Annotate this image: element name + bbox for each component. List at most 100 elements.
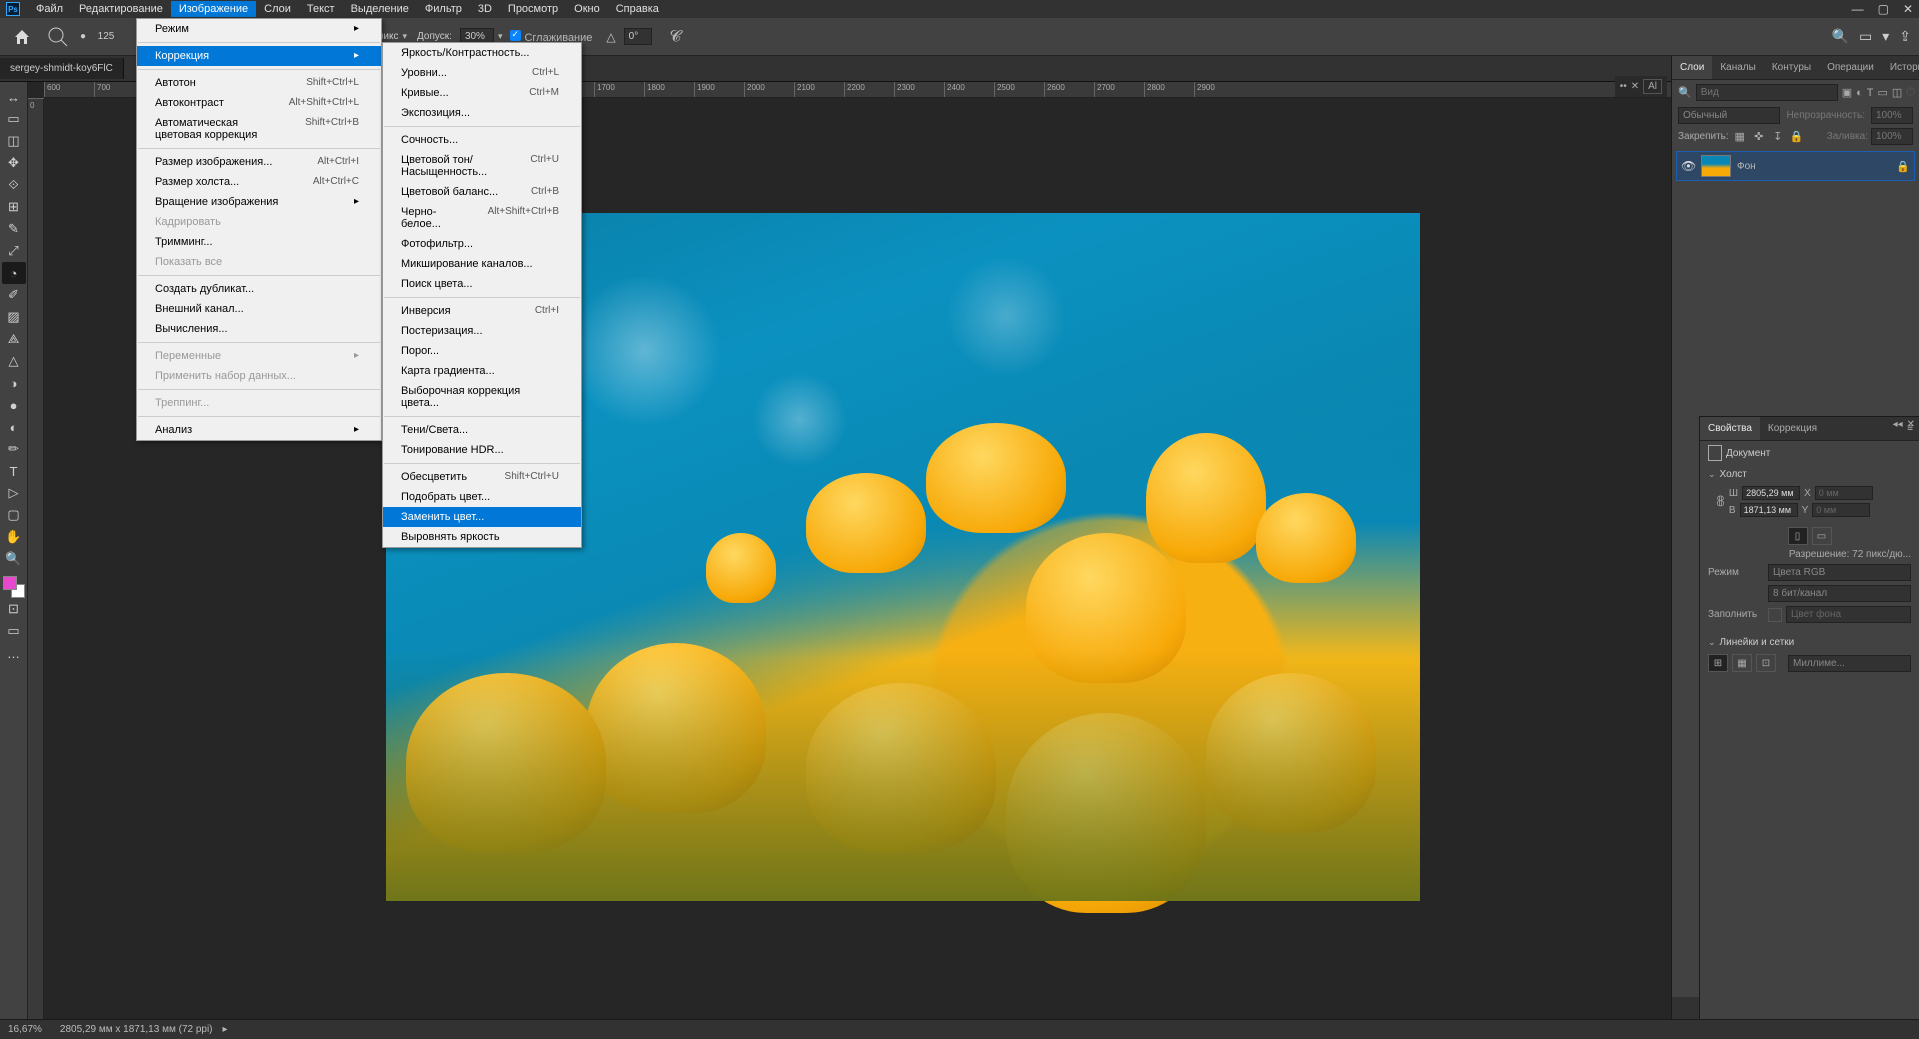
bit-depth-select[interactable]: 8 бит/канал: [1768, 585, 1911, 602]
tool-1[interactable]: ▭: [2, 108, 26, 130]
tool-10[interactable]: ▨: [2, 306, 26, 328]
pressure-icon[interactable]: 𝓒: [670, 28, 681, 46]
orientation-landscape[interactable]: ▭: [1812, 527, 1832, 545]
menu-item[interactable]: АвтотонShift+Ctrl+L: [137, 73, 381, 93]
menu-item[interactable]: Тримминг...: [137, 232, 381, 252]
menu-item[interactable]: Размер холста...Alt+Ctrl+C: [137, 172, 381, 192]
menu-фильтр[interactable]: Фильтр: [417, 1, 470, 17]
menu-слои[interactable]: Слои: [256, 1, 299, 17]
tool-17[interactable]: T: [2, 460, 26, 482]
menu-item[interactable]: Уровни...Ctrl+L: [383, 63, 581, 83]
units-select[interactable]: Миллиме...: [1788, 655, 1911, 672]
lock-all-icon[interactable]: 🔒: [1789, 129, 1805, 145]
menu-item[interactable]: Цветовой тон/Насыщенность...Ctrl+U: [383, 150, 581, 182]
tool-6[interactable]: ✎: [2, 218, 26, 240]
blend-mode-select[interactable]: Обычный: [1678, 107, 1780, 124]
layer-thumbnail[interactable]: [1701, 155, 1731, 177]
menu-текст[interactable]: Текст: [299, 1, 343, 17]
menu-item[interactable]: Анализ: [137, 420, 381, 440]
tool-extra[interactable]: ▭: [2, 620, 26, 642]
filter-image-icon[interactable]: ▣: [1842, 85, 1852, 101]
menu-item[interactable]: ИнверсияCtrl+I: [383, 301, 581, 321]
search-icon[interactable]: 🔍: [1832, 28, 1849, 45]
x-input[interactable]: [1815, 486, 1873, 500]
props-tab-Свойства[interactable]: Свойства: [1700, 417, 1760, 440]
menu-выделение[interactable]: Выделение: [343, 1, 417, 17]
menu-item[interactable]: Вращение изображения: [137, 192, 381, 212]
visibility-icon[interactable]: 👁: [1681, 159, 1695, 173]
menu-item[interactable]: Черно-белое...Alt+Shift+Ctrl+B: [383, 202, 581, 234]
y-input[interactable]: [1812, 503, 1870, 517]
tool-12[interactable]: △: [2, 350, 26, 372]
tool-0[interactable]: ↔: [2, 86, 26, 108]
tabs-overflow[interactable]: •• ✕ Al: [1615, 76, 1667, 97]
menu-файл[interactable]: Файл: [28, 1, 71, 17]
tool-13[interactable]: ◑: [2, 372, 26, 394]
panel-close-icon[interactable]: ✕: [1907, 419, 1915, 430]
antialias-checkbox[interactable]: [510, 30, 521, 41]
tool-20[interactable]: ✋: [2, 526, 26, 548]
menu-item[interactable]: Яркость/Контрастность...: [383, 43, 581, 63]
tool-3[interactable]: ✥: [2, 152, 26, 174]
menu-item[interactable]: Заменить цвет...: [383, 507, 581, 527]
tool-2[interactable]: ◫: [2, 130, 26, 152]
menu-item[interactable]: Цветовой баланс...Ctrl+B: [383, 182, 581, 202]
tool-extra[interactable]: …: [2, 642, 26, 664]
tool-11[interactable]: ⟁: [2, 328, 26, 350]
menu-item[interactable]: Выборочная коррекция цвета...: [383, 381, 581, 413]
brush-size[interactable]: 125: [94, 31, 118, 42]
color-swatches[interactable]: [3, 576, 25, 598]
menu-item[interactable]: Размер изображения...Alt+Ctrl+I: [137, 152, 381, 172]
fill-value[interactable]: 100%: [1871, 128, 1913, 145]
layer-kind-filter[interactable]: [1696, 84, 1838, 101]
panel-tab-Каналы[interactable]: Каналы: [1712, 56, 1764, 79]
menu-item[interactable]: Автоматическая цветовая коррекцияShift+C…: [137, 113, 381, 145]
tool-preset-icon[interactable]: [44, 25, 72, 49]
filter-adjust-icon[interactable]: ◐: [1856, 85, 1863, 101]
tool-18[interactable]: ▷: [2, 482, 26, 504]
panel-collapse-icon[interactable]: ◂◂: [1893, 419, 1903, 430]
menu-справка[interactable]: Справка: [608, 1, 667, 17]
home-button[interactable]: [8, 25, 36, 49]
tool-15[interactable]: ◐: [2, 416, 26, 438]
tool-5[interactable]: ⊞: [2, 196, 26, 218]
chain-icon[interactable]: 𝟠: [1716, 493, 1725, 510]
orientation-portrait[interactable]: ▯: [1788, 527, 1808, 545]
panel-tab-Операции[interactable]: Операции: [1819, 56, 1882, 79]
filter-shape-icon[interactable]: ▭: [1878, 85, 1888, 101]
document-tab[interactable]: sergey-shmidt-koy6FlC: [0, 58, 124, 79]
share-icon[interactable]: ⇪: [1899, 28, 1911, 45]
fill-color-select[interactable]: Цвет фона: [1786, 606, 1911, 623]
overflow-close-icon[interactable]: ✕: [1631, 81, 1639, 92]
opacity-value[interactable]: 100%: [1871, 107, 1913, 124]
lock-position-icon[interactable]: ✜: [1751, 129, 1767, 145]
maximize-button[interactable]: ▢: [1878, 2, 1889, 16]
menu-item[interactable]: Карта градиента...: [383, 361, 581, 381]
tool-extra[interactable]: ⊡: [2, 598, 26, 620]
menu-изображение[interactable]: Изображение: [171, 1, 256, 17]
menu-item[interactable]: Кривые...Ctrl+M: [383, 83, 581, 103]
tool-16[interactable]: ✏: [2, 438, 26, 460]
width-input[interactable]: [1742, 486, 1800, 500]
menu-item[interactable]: Создать дубликат...: [137, 279, 381, 299]
menu-item[interactable]: Экспозиция...: [383, 103, 581, 123]
menu-item[interactable]: Выровнять яркость: [383, 527, 581, 547]
guides-toggle[interactable]: ⊡: [1756, 654, 1776, 672]
menu-просмотр[interactable]: Просмотр: [500, 1, 566, 17]
ruler-toggle[interactable]: ⊞: [1708, 654, 1728, 672]
panel-tab-История[interactable]: История: [1882, 56, 1919, 79]
menu-item[interactable]: Порог...: [383, 341, 581, 361]
height-input[interactable]: [1740, 503, 1798, 517]
menu-3d[interactable]: 3D: [470, 1, 500, 17]
menu-item[interactable]: Коррекция: [137, 46, 381, 66]
arrange-icon[interactable]: ▾: [1882, 28, 1889, 45]
zoom-level[interactable]: 16,67%: [8, 1024, 42, 1035]
tool-14[interactable]: ●: [2, 394, 26, 416]
filter-toggle-icon[interactable]: ⏻: [1906, 85, 1915, 101]
menu-item[interactable]: Сочность...: [383, 130, 581, 150]
panel-tab-Контуры[interactable]: Контуры: [1764, 56, 1819, 79]
filter-text-icon[interactable]: T: [1867, 85, 1874, 101]
status-arrow-icon[interactable]: ▸: [223, 1024, 228, 1035]
menu-item[interactable]: Тени/Света...: [383, 420, 581, 440]
menu-item[interactable]: Поиск цвета...: [383, 274, 581, 294]
